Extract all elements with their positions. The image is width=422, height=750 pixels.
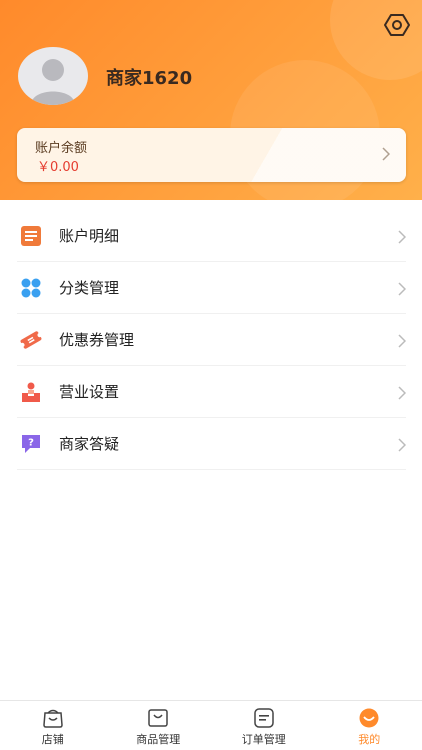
- tab-product-management[interactable]: 商品管理: [106, 701, 212, 750]
- tab-label: 我的: [358, 733, 381, 746]
- chevron-right-icon: [398, 230, 406, 244]
- tab-order-management[interactable]: 订单管理: [211, 701, 317, 750]
- menu-item-label: 商家答疑: [59, 435, 120, 453]
- settings-icon: [384, 14, 410, 36]
- menu-item-coupon[interactable]: 优惠券管理: [17, 314, 406, 366]
- menu-item-account-detail[interactable]: 账户明细: [17, 210, 406, 262]
- bottom-tab-bar: 店铺 商品管理 订单管理 我的: [0, 700, 422, 750]
- product-icon: [148, 709, 168, 727]
- menu-item-category[interactable]: 分类管理: [17, 262, 406, 314]
- faq-icon: ?: [19, 432, 43, 456]
- business-settings-icon: [19, 380, 43, 404]
- menu-item-label: 分类管理: [59, 279, 120, 297]
- order-icon: [254, 708, 274, 728]
- chevron-right-icon: [398, 386, 406, 400]
- chevron-right-icon: [382, 147, 390, 161]
- settings-button[interactable]: [382, 10, 412, 40]
- menu-item-label: 优惠券管理: [59, 331, 135, 349]
- avatar[interactable]: [18, 47, 88, 105]
- tab-label: 订单管理: [241, 733, 286, 746]
- menu-item-business-settings[interactable]: 营业设置: [17, 366, 406, 418]
- menu-item-label: 账户明细: [59, 227, 120, 245]
- balance-card[interactable]: 账户余额 ￥0.00: [17, 128, 406, 182]
- profile-icon: [359, 708, 379, 728]
- card-decoration: [216, 128, 406, 182]
- balance-value: ￥0.00: [37, 160, 79, 175]
- tab-shop[interactable]: 店铺: [0, 701, 106, 750]
- chevron-right-icon: [398, 282, 406, 296]
- tab-profile[interactable]: 我的: [317, 701, 422, 750]
- account-detail-icon: [19, 224, 43, 248]
- balance-title: 账户余额: [35, 141, 88, 156]
- menu-item-faq[interactable]: ? 商家答疑: [17, 418, 406, 470]
- tab-label: 商品管理: [136, 733, 181, 746]
- chevron-right-icon: [398, 438, 406, 452]
- coupon-icon: [19, 328, 43, 352]
- tab-label: 店铺: [41, 733, 64, 746]
- category-icon: [19, 276, 43, 300]
- svg-text:?: ?: [28, 437, 34, 448]
- shop-name: 商家1620: [106, 68, 193, 89]
- menu-item-label: 营业设置: [59, 383, 120, 401]
- shop-icon: [42, 709, 63, 728]
- user-avatar-icon: [31, 59, 75, 105]
- menu-list: 账户明细 分类管理 优惠券管理 营业设置 ? 商家答疑: [17, 210, 406, 470]
- chevron-right-icon: [398, 334, 406, 348]
